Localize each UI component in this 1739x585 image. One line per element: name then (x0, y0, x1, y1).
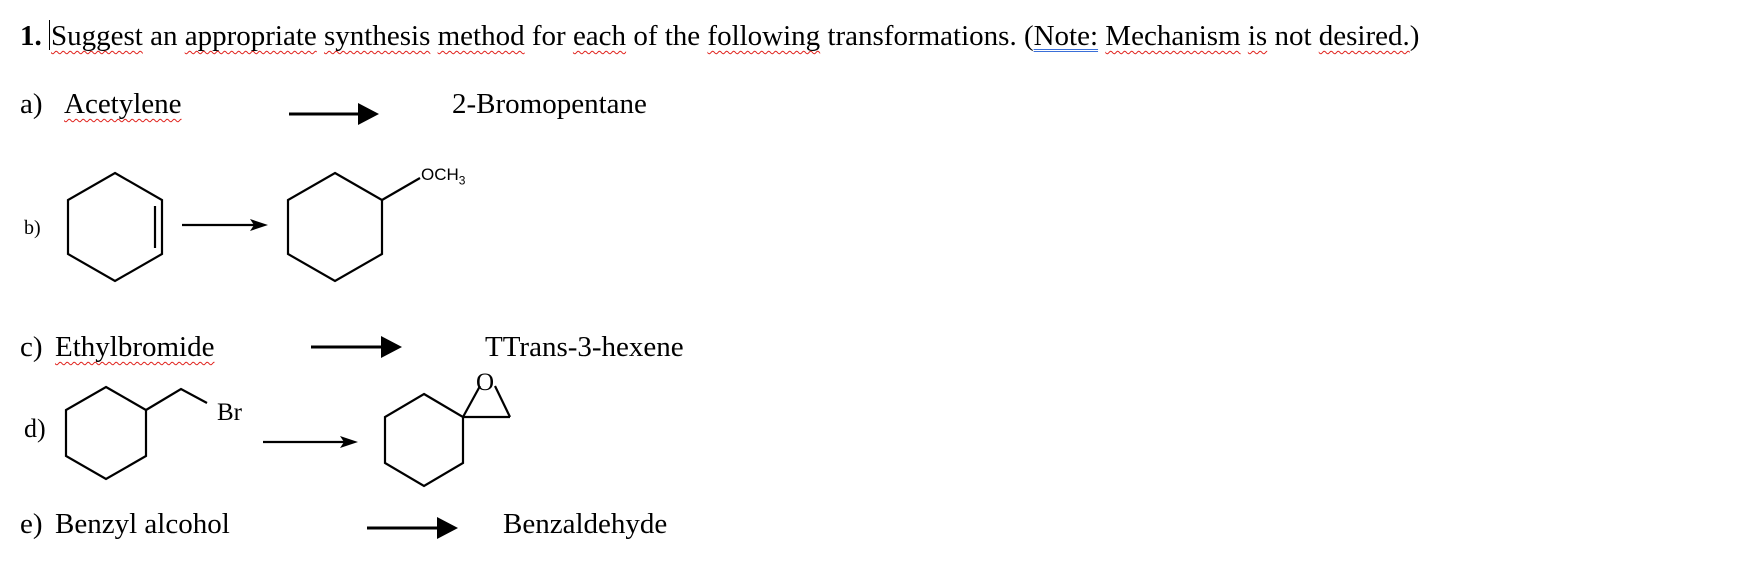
reaction-arrow-e (367, 517, 458, 539)
reaction-arrow-a (289, 103, 379, 125)
reaction-arrow-b (182, 219, 268, 231)
drawing-layer (64, 103, 511, 539)
cyclohexene-structure (66, 171, 164, 283)
methoxycyclohexane-structure (286, 171, 421, 283)
reaction-arrow-c (311, 336, 402, 358)
spiro-epoxide-structure (383, 385, 511, 488)
bromomethylcyclohexane-structure (64, 385, 208, 481)
reaction-arrow-d (263, 436, 358, 448)
